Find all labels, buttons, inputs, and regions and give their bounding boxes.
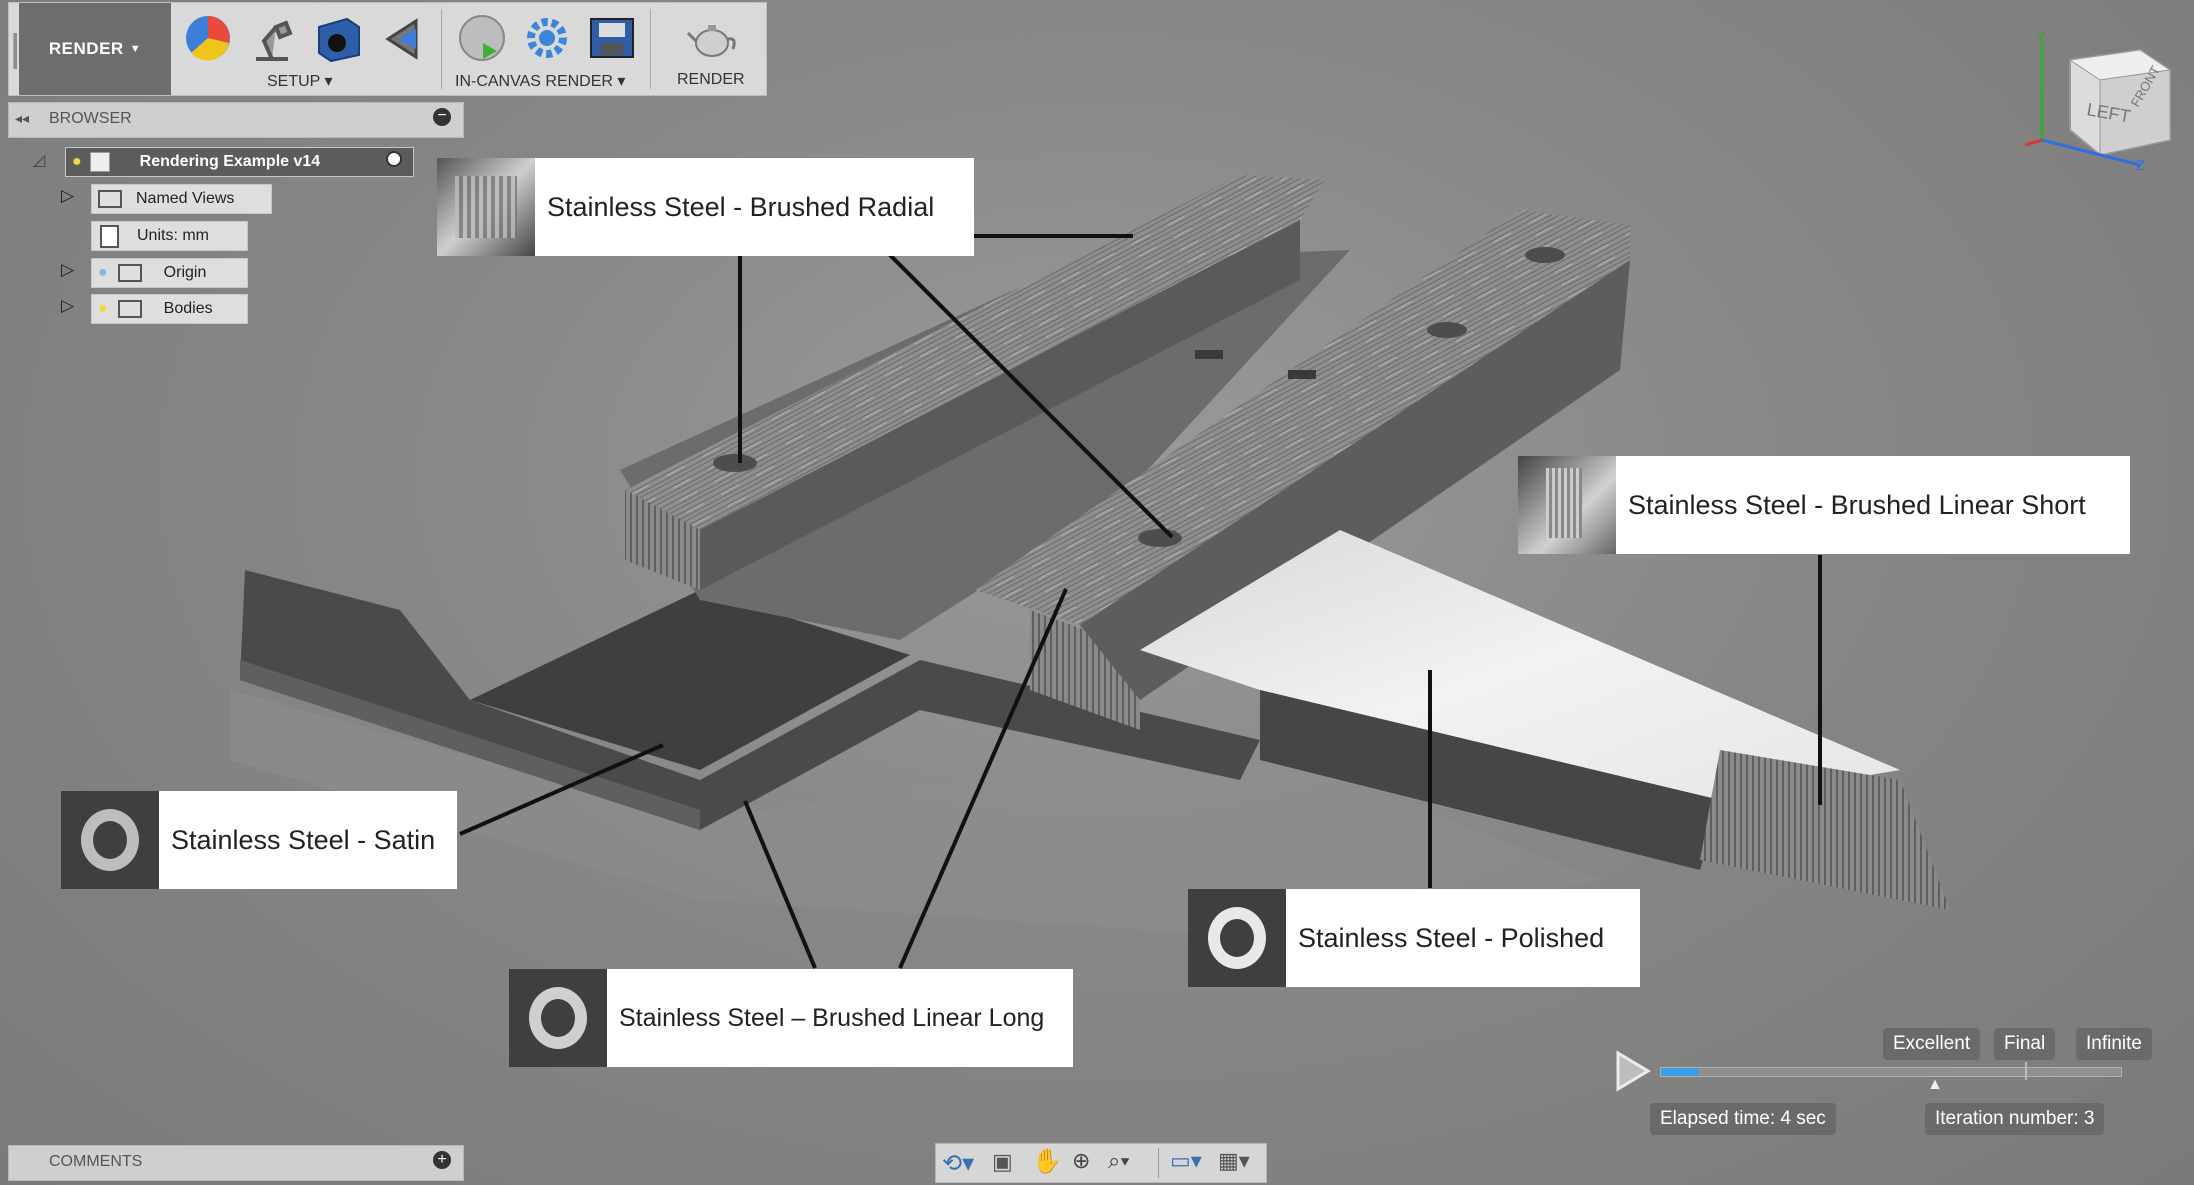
callout-label: Stainless Steel - Brushed Radial (535, 158, 974, 256)
material-swatch-brushed-radial (437, 158, 535, 256)
callout-label: Stainless Steel - Brushed Linear Short (1616, 456, 2130, 554)
tree-item-origin[interactable]: ● Origin (91, 258, 248, 288)
lightbulb-icon[interactable]: ● (98, 300, 108, 318)
quality-infinite-button[interactable]: Infinite (2076, 1028, 2152, 1060)
pan-hand-icon[interactable]: ✋ (1032, 1147, 1062, 1176)
display-settings-icon[interactable]: ▭▾ (1170, 1148, 1202, 1174)
collapse-panel-icon[interactable]: ◂◂ (15, 110, 29, 127)
capture-image-icon[interactable] (585, 11, 639, 65)
toolbar-separator (650, 9, 651, 89)
zoom-icon[interactable]: ⊕ (1072, 1148, 1090, 1174)
axis-y-label: Y (2036, 30, 2046, 45)
material-swatch-polished (1188, 889, 1286, 987)
decal-cube-icon[interactable] (311, 11, 365, 65)
folder-icon (117, 300, 142, 318)
tree-root-item[interactable]: ● Rendering Example v14 (65, 147, 414, 177)
folder-icon (117, 264, 142, 282)
in-canvas-render-group-label[interactable]: IN-CANVAS RENDER ▾ (455, 71, 625, 91)
toolbar-grip[interactable] (13, 33, 17, 69)
render-teapot-icon[interactable] (685, 11, 739, 65)
material-callout-brushed-linear-short: Stainless Steel - Brushed Linear Short (1518, 456, 2130, 554)
tree-item-bodies[interactable]: ● Bodies (91, 294, 248, 324)
add-circle-icon[interactable]: + (433, 1151, 451, 1169)
appearance-lamp-icon[interactable] (246, 11, 300, 65)
navigation-bar: ⟲▾ ▣ ✋ ⊕ ⌕▾ ▭▾ ▦▾ (935, 1143, 1267, 1183)
material-callout-brushed-linear-long: Stainless Steel – Brushed Linear Long (509, 969, 1073, 1067)
play-icon[interactable] (1614, 1049, 1652, 1093)
elapsed-time-readout: Elapsed time: 4 sec (1650, 1103, 1836, 1135)
material-callout-brushed-radial: Stainless Steel - Brushed Radial (437, 158, 974, 256)
quality-marker-final (2025, 1062, 2027, 1080)
comments-title: COMMENTS (49, 1153, 143, 1170)
document-icon (100, 224, 119, 248)
expand-triangle-icon[interactable]: ▷ (61, 260, 74, 280)
expand-triangle-icon[interactable]: ▷ (61, 296, 74, 316)
root-label: Rendering Example v14 (139, 153, 321, 170)
chevron-down-icon: ▼ (129, 43, 142, 55)
scene-settings-icon[interactable] (181, 11, 235, 65)
workspace-label: RENDER (48, 39, 124, 58)
tree-item-label: Origin (163, 264, 207, 281)
gear-icon[interactable] (520, 11, 574, 65)
setup-group-label[interactable]: SETUP ▾ (267, 71, 333, 91)
fit-zoom-icon[interactable]: ⌕▾ (1108, 1148, 1130, 1174)
lightbulb-icon[interactable]: ● (72, 153, 82, 171)
collapse-triangle-icon[interactable]: ◿ (33, 150, 45, 170)
material-callout-polished: Stainless Steel - Polished (1188, 889, 1640, 987)
tree-item-label: Bodies (163, 300, 213, 317)
render-progress-fill (1661, 1068, 1698, 1076)
separator (1158, 1148, 1159, 1178)
material-callout-satin: Stainless Steel - Satin (61, 791, 457, 889)
quality-final-button[interactable]: Final (1994, 1028, 2056, 1060)
material-swatch-brushed-linear-short (1518, 456, 1616, 554)
quality-excellent-button[interactable]: Excellent (1883, 1028, 1981, 1060)
quality-slider-handle[interactable]: ▲ (1927, 1076, 1943, 1094)
grid-settings-icon[interactable]: ▦▾ (1218, 1148, 1250, 1174)
tree-item-named-views[interactable]: Named Views (91, 184, 272, 214)
render-group-label[interactable]: RENDER (677, 71, 745, 89)
callout-label: Stainless Steel - Polished (1286, 889, 1640, 987)
tree-item-label: Named Views (136, 190, 235, 207)
orbit-icon[interactable]: ⟲▾ (942, 1149, 974, 1178)
axis-z-label: Z (2136, 157, 2145, 173)
callout-label: Stainless Steel - Satin (159, 791, 457, 889)
material-swatch-brushed-linear-long (509, 969, 607, 1067)
lightbulb-off-icon[interactable]: ● (98, 264, 108, 282)
folder-icon (98, 190, 122, 208)
comments-panel-header: COMMENTS + (8, 1145, 464, 1181)
workspace-switcher-button[interactable]: RENDER ▼ (19, 3, 171, 95)
material-swatch-satin (61, 791, 159, 889)
viewcube[interactable]: LEFT FRONT Y Z (2020, 30, 2190, 180)
iteration-number-readout: Iteration number: 3 (1925, 1103, 2105, 1135)
radio-target-icon[interactable] (386, 151, 402, 167)
minus-circle-icon[interactable]: − (433, 108, 451, 126)
tree-item-label: Units: mm (137, 227, 209, 244)
toolbar-separator (441, 9, 442, 89)
texture-map-icon[interactable] (376, 11, 430, 65)
component-icon (89, 152, 110, 172)
browser-panel-header: ◂◂ BROWSER − (8, 102, 464, 138)
ribbon-toolbar: RENDER ▼ SETUP ▾ IN-CANVAS RENDER ▾ REND… (8, 2, 767, 96)
render-progress-track (1660, 1067, 2122, 1077)
expand-triangle-icon[interactable]: ▷ (61, 186, 74, 206)
callout-label: Stainless Steel – Brushed Linear Long (607, 969, 1073, 1067)
browser-title: BROWSER (49, 110, 132, 127)
in-canvas-render-icon[interactable] (455, 11, 509, 65)
tree-item-units[interactable]: Units: mm (91, 221, 248, 251)
look-at-icon[interactable]: ▣ (992, 1149, 1013, 1175)
browser-tree: ◿ ● Rendering Example v14 ▷ Named Views … (8, 142, 462, 342)
